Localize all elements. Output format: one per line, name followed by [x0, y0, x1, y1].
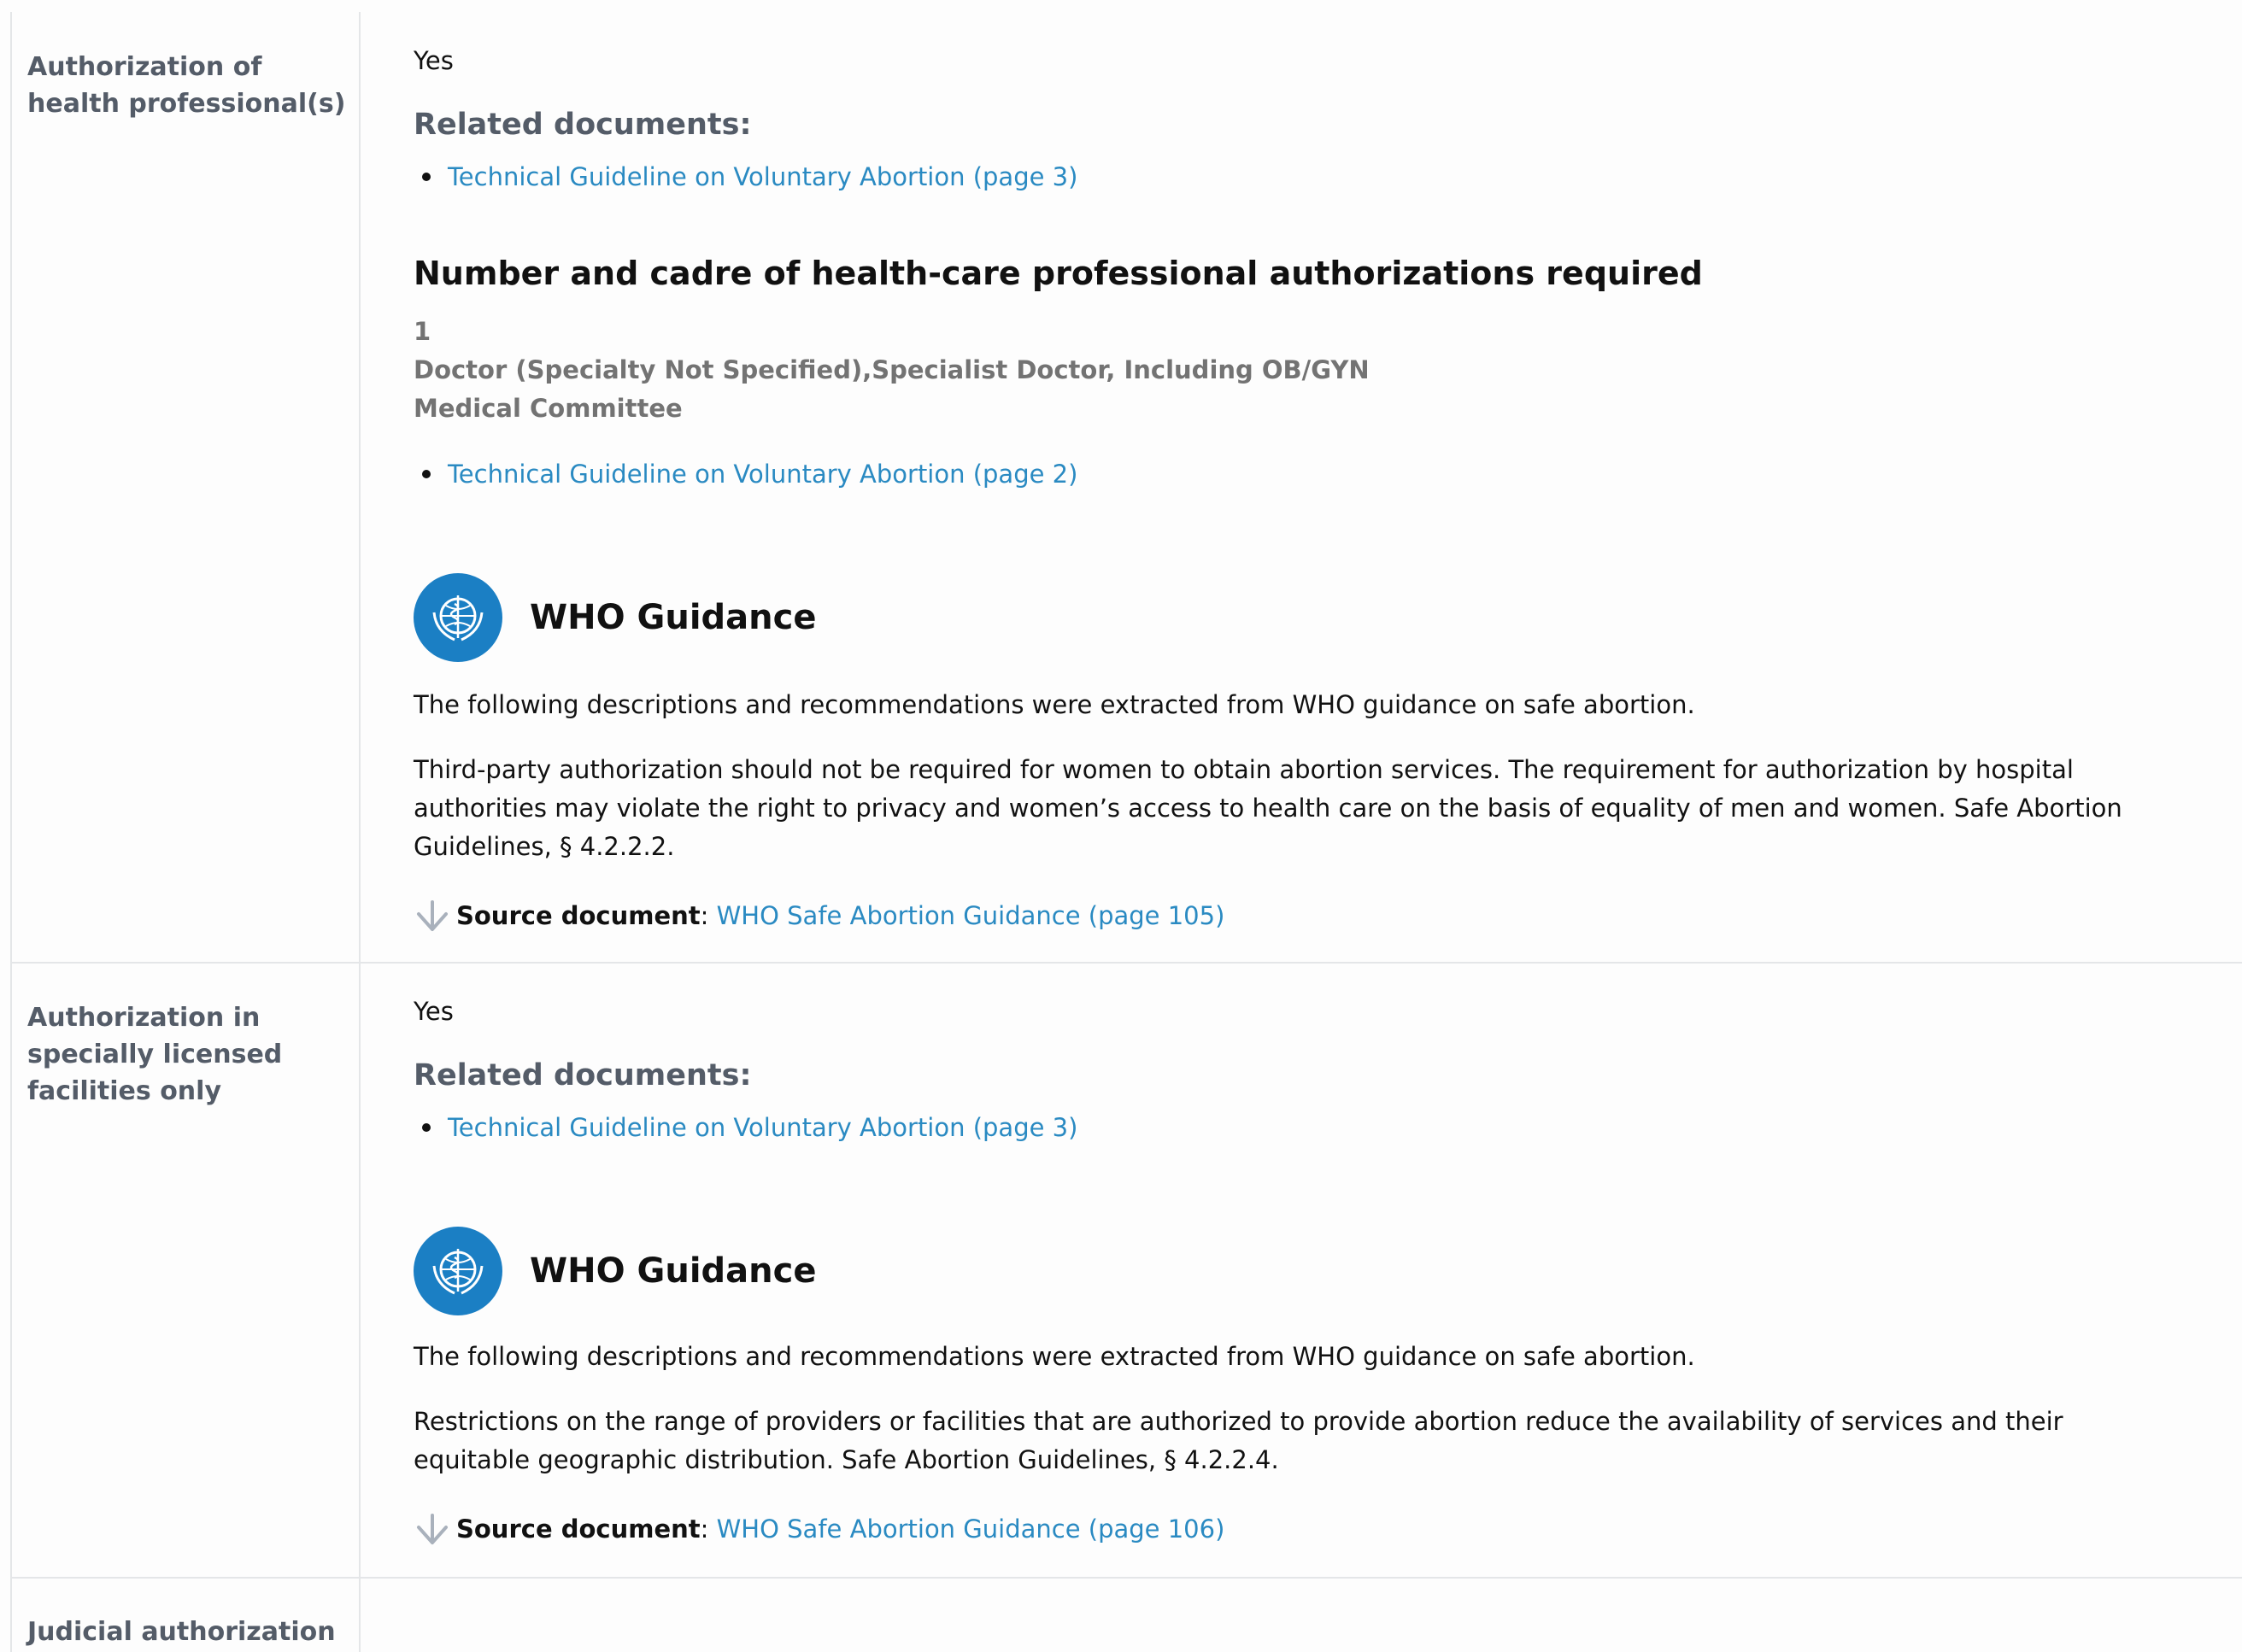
row-divider [10, 1577, 2242, 1579]
who-emblem-icon [414, 573, 502, 662]
bullet-icon [422, 470, 431, 478]
authorization-number: 1 [414, 317, 431, 346]
column-divider [359, 12, 361, 1652]
who-guidance-text: Restrictions on the range of providers o… [414, 1407, 2063, 1474]
source-document-link[interactable]: WHO Safe Abortion Guidance (page 106) [717, 1514, 1225, 1544]
who-intro-text: The following descriptions and recommend… [414, 1342, 1695, 1371]
row-label: Authorization in specially licensed faci… [27, 1003, 283, 1106]
source-document: Source document: WHO Safe Abortion Guida… [414, 899, 1224, 933]
who-guidance-header: WHO Guidance [414, 573, 817, 662]
download-arrow-icon [417, 1514, 448, 1544]
source-label: Source document [456, 1514, 701, 1544]
row-label: Judicial authorization [27, 1617, 336, 1647]
section-title: Number and cadre of health-care professi… [414, 255, 1703, 292]
who-guidance-title: WHO Guidance [530, 1251, 817, 1291]
source-document: Source document: WHO Safe Abortion Guida… [414, 1512, 1224, 1546]
row-divider [10, 962, 2242, 964]
who-emblem-icon [414, 1227, 502, 1315]
related-document-link[interactable]: Technical Guideline on Voluntary Abortio… [414, 162, 1077, 191]
bullet-icon [422, 1123, 431, 1132]
authorization-cadre: Doctor (Specialty Not Specified),Special… [414, 355, 1370, 384]
related-documents-title: Related documents: [414, 1058, 752, 1093]
answer-value: Yes [414, 46, 454, 75]
related-document-link[interactable]: Technical Guideline on Voluntary Abortio… [414, 1113, 1077, 1142]
bullet-icon [422, 173, 431, 181]
subsection-document-link[interactable]: Technical Guideline on Voluntary Abortio… [414, 460, 1077, 489]
answer-value: Yes [414, 997, 454, 1026]
row-label: Authorization of health professional(s) [27, 52, 346, 119]
source-label: Source document [456, 901, 701, 930]
who-guidance-header: WHO Guidance [414, 1227, 817, 1315]
authorization-committee: Medical Committee [414, 394, 683, 423]
source-document-link[interactable]: WHO Safe Abortion Guidance (page 105) [717, 901, 1225, 930]
who-guidance-text: Third-party authorization should not be … [414, 755, 2122, 861]
download-arrow-icon [417, 900, 448, 931]
who-guidance-title: WHO Guidance [530, 598, 817, 637]
who-intro-text: The following descriptions and recommend… [414, 690, 1695, 719]
related-documents-title: Related documents: [414, 108, 752, 142]
